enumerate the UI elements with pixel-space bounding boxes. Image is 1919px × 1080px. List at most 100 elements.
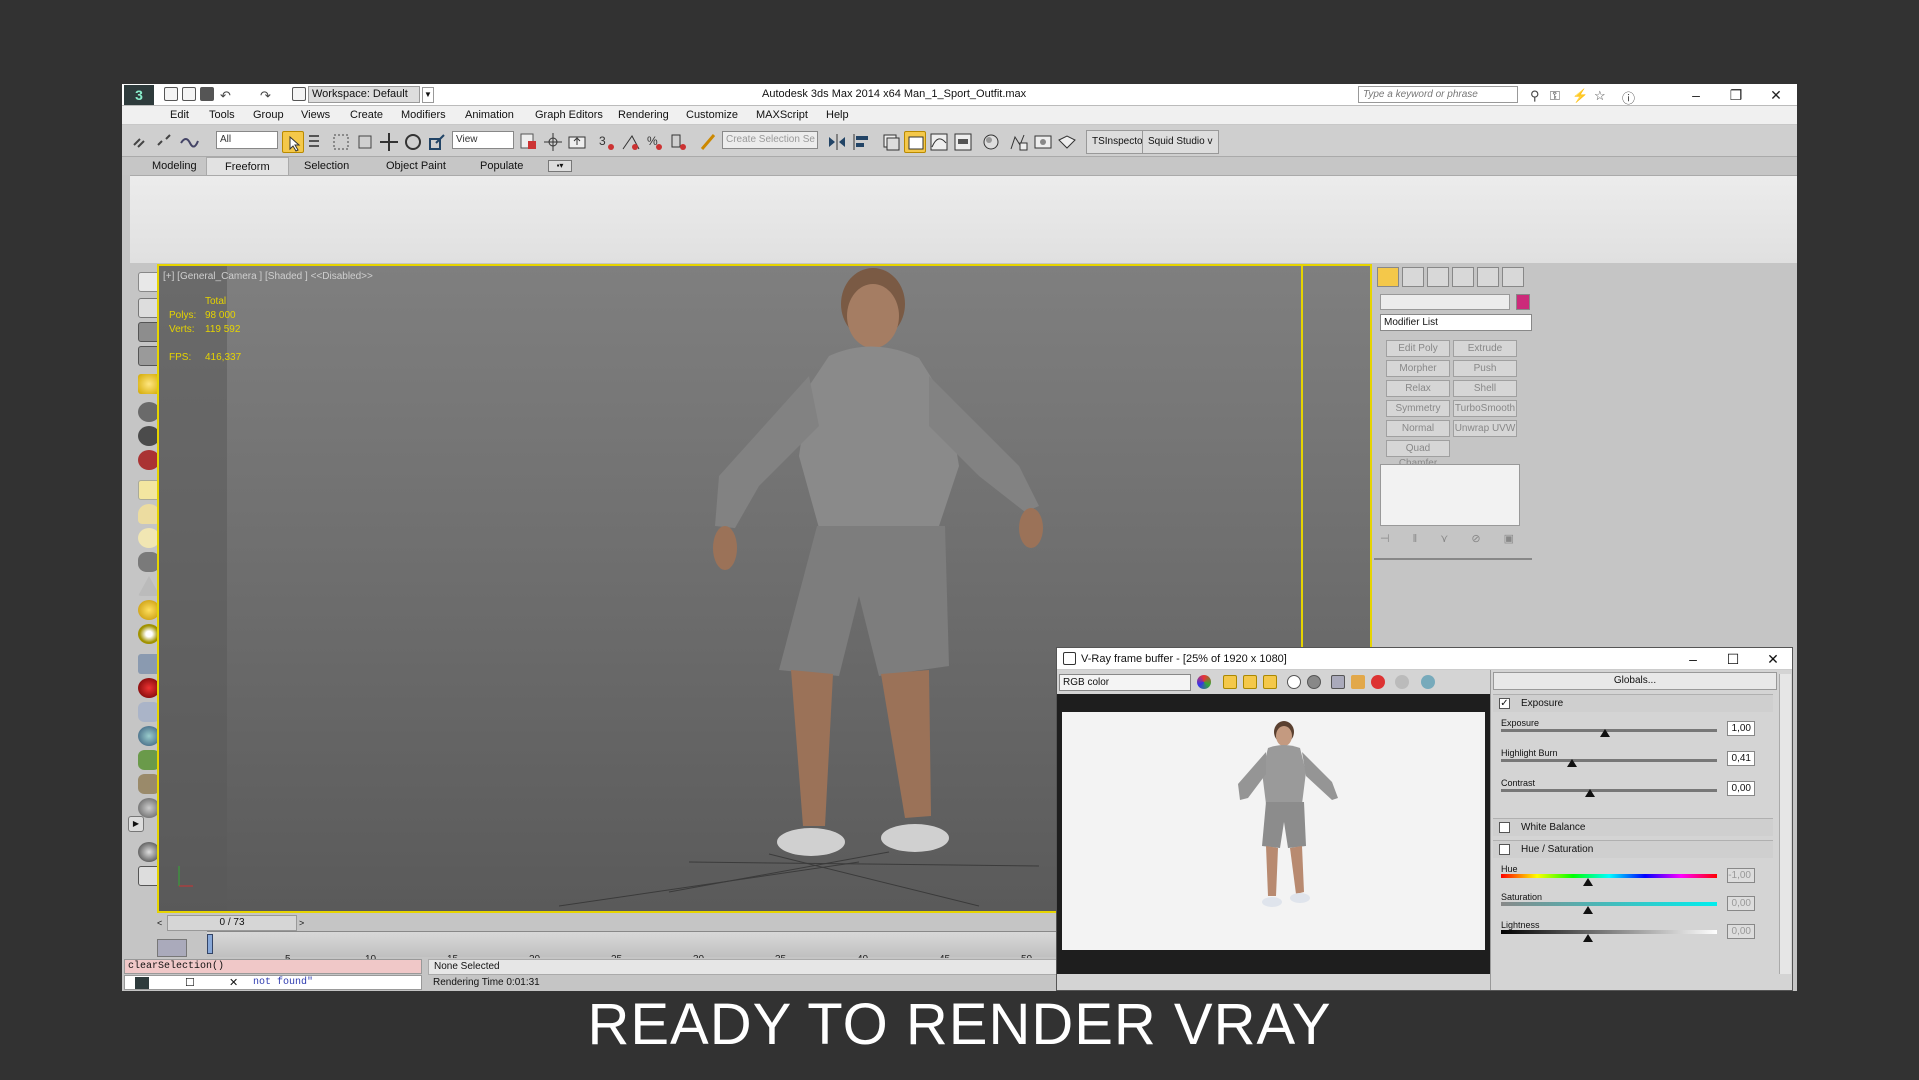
spinner-snap-icon[interactable] [668, 131, 690, 153]
color-channels-icon[interactable] [1197, 675, 1211, 689]
maxscript-input[interactable]: ☐ ✕ not found" [124, 975, 422, 990]
project-folder-icon[interactable] [292, 87, 306, 101]
help-icon[interactable]: ⓘ [1622, 88, 1635, 107]
curve-editor-icon[interactable] [928, 131, 950, 153]
ribbon-options-icon[interactable]: ▪▾ [548, 160, 572, 172]
prev-frame-icon[interactable]: < [157, 915, 167, 931]
menu-tools[interactable]: Tools [209, 109, 235, 121]
redo-icon[interactable]: ↷ [260, 88, 271, 104]
exposure-value[interactable]: 1,00 [1727, 721, 1755, 736]
edit-poly-button[interactable]: Edit Poly [1386, 340, 1450, 357]
maxscript-output[interactable]: clearSelection() [124, 959, 422, 974]
shell-button[interactable]: Shell [1453, 380, 1517, 397]
hierarchy-tab-icon[interactable] [1427, 267, 1449, 287]
layer-manager-icon[interactable] [880, 131, 902, 153]
create-tab-icon[interactable] [1377, 267, 1399, 287]
vfb-close-button[interactable]: ✕ [1753, 648, 1792, 670]
unwrap-uvw-button[interactable]: Unwrap UVW [1453, 420, 1517, 437]
red-channel-icon[interactable] [1223, 675, 1237, 689]
save-file-icon[interactable] [200, 87, 214, 101]
select-manipulate-icon[interactable] [542, 131, 564, 153]
load-image-icon[interactable] [1351, 675, 1365, 689]
pivot-point-icon[interactable] [518, 131, 540, 153]
open-file-icon[interactable] [182, 87, 196, 101]
white-balance-section[interactable]: White Balance [1493, 818, 1773, 836]
time-cursor[interactable] [207, 934, 213, 954]
blue-channel-icon[interactable] [1263, 675, 1277, 689]
menu-create[interactable]: Create [350, 109, 383, 121]
selection-filter-dropdown[interactable]: All [216, 131, 278, 149]
quad-chamfer-button[interactable]: Quad Chamfer [1386, 440, 1450, 469]
align-icon[interactable] [850, 131, 872, 153]
tab-selection[interactable]: Selection [304, 160, 349, 172]
modifier-list-dropdown[interactable]: Modifier List [1380, 314, 1532, 331]
display-tab-icon[interactable] [1477, 267, 1499, 287]
close-button[interactable]: ✕ [1757, 85, 1795, 105]
tab-modeling[interactable]: Modeling [152, 160, 197, 172]
menu-animation[interactable]: Animation [465, 109, 514, 121]
menu-modifiers[interactable]: Modifiers [401, 109, 446, 121]
white-balance-checkbox[interactable] [1499, 822, 1510, 833]
contrast-slider[interactable] [1501, 789, 1717, 792]
restore-button[interactable]: ❐ [1717, 85, 1755, 105]
lightness-value[interactable]: 0,00 [1727, 924, 1755, 939]
utilities-tab-icon[interactable] [1502, 267, 1524, 287]
menu-views[interactable]: Views [301, 109, 330, 121]
scene-explorer-icon[interactable] [904, 131, 926, 153]
tab-object-paint[interactable]: Object Paint [386, 160, 446, 172]
mini-curve-editor-icon[interactable] [157, 939, 187, 957]
rotate-icon[interactable] [402, 131, 424, 153]
move-icon[interactable] [378, 131, 400, 153]
select-object-icon[interactable] [282, 131, 304, 153]
hue-slider[interactable] [1501, 874, 1717, 878]
object-color-swatch[interactable] [1516, 294, 1530, 310]
snaps-toggle-icon[interactable]: 3 [596, 131, 618, 153]
bind-space-warp-icon[interactable] [178, 131, 200, 153]
favorite-star-icon[interactable]: ☆ [1594, 88, 1606, 104]
select-by-name-icon[interactable] [306, 131, 328, 153]
mono-channel-icon[interactable] [1307, 675, 1321, 689]
lightness-slider-thumb[interactable] [1583, 934, 1593, 942]
window-crossing-icon[interactable] [354, 131, 376, 153]
menu-rendering[interactable]: Rendering [618, 109, 669, 121]
edit-named-selection-icon[interactable] [698, 131, 720, 153]
vfb-bottom-toolbar[interactable] [1057, 974, 1490, 990]
link-icon[interactable] [130, 131, 152, 153]
minimize-button[interactable]: – [1677, 85, 1715, 105]
menu-customize[interactable]: Customize [686, 109, 738, 121]
workspace-dropdown[interactable]: Workspace: Default [308, 86, 420, 103]
workspace-chevron-icon[interactable]: ▼ [422, 87, 434, 103]
exchange-icon[interactable]: ⚡ [1572, 88, 1588, 104]
save-image-icon[interactable] [1331, 675, 1345, 689]
render-display[interactable] [1057, 694, 1490, 974]
morpher-button[interactable]: Morpher [1386, 360, 1450, 377]
reference-coordinate-dropdown[interactable]: View [452, 131, 514, 149]
globals-button[interactable]: Globals... [1493, 672, 1777, 690]
menu-graph-editors[interactable]: Graph Editors [535, 109, 603, 121]
squid-studio-button[interactable]: Squid Studio v [1142, 130, 1219, 154]
rendered-frame-window-icon[interactable] [1032, 131, 1054, 153]
cc-panel-scrollbar[interactable] [1779, 674, 1791, 974]
highlight-burn-slider[interactable] [1501, 759, 1717, 762]
app-logo-icon[interactable]: 3 [124, 85, 154, 105]
unlink-icon[interactable] [154, 131, 176, 153]
menu-edit[interactable]: Edit [170, 109, 189, 121]
track-mouse-icon[interactable] [1395, 675, 1409, 689]
saturation-slider-thumb[interactable] [1583, 906, 1593, 914]
render-production-icon[interactable] [1056, 131, 1078, 153]
undo-icon[interactable]: ↶ [220, 88, 231, 104]
search-input[interactable]: Type a keyword or phrase [1358, 86, 1518, 103]
symmetry-button[interactable]: Symmetry [1386, 400, 1450, 417]
alpha-channel-icon[interactable] [1287, 675, 1301, 689]
menu-group[interactable]: Group [253, 109, 284, 121]
highlight-burn-value[interactable]: 0,41 [1727, 751, 1755, 766]
relax-button[interactable]: Relax [1386, 380, 1450, 397]
expand-arrow-icon[interactable]: ▶ [128, 816, 144, 832]
angle-snap-icon[interactable] [620, 131, 642, 153]
close-small-icon[interactable]: ✕ [229, 976, 238, 989]
next-frame-icon[interactable]: > [299, 915, 309, 931]
binoculars-icon[interactable]: ⚲ [1530, 88, 1540, 104]
highlight-burn-slider-thumb[interactable] [1567, 759, 1578, 767]
channel-dropdown[interactable]: RGB color [1059, 674, 1191, 691]
green-channel-icon[interactable] [1243, 675, 1257, 689]
